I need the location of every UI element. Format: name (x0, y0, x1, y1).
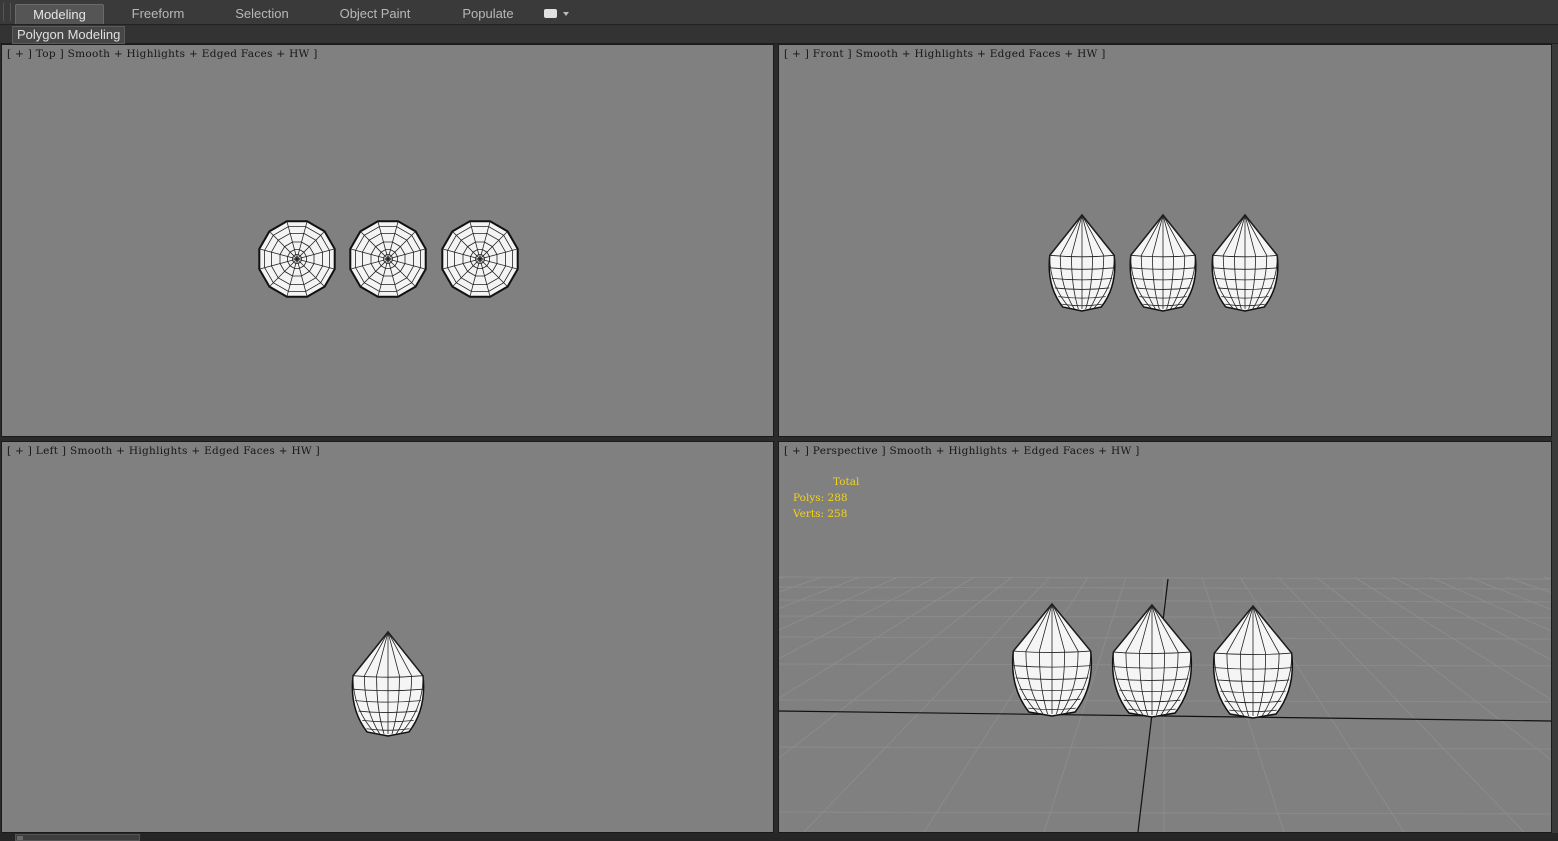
tab-modeling[interactable]: Modeling (15, 4, 104, 24)
polygon-modeling-panel-button[interactable]: Polygon Modeling (12, 26, 126, 44)
teardrop-perspective-view[interactable] (1212, 604, 1294, 719)
toolbar-grip[interactable] (3, 3, 11, 21)
time-slider-handle[interactable] (17, 836, 23, 840)
command-panel-edge (1552, 44, 1558, 841)
dropdown-arrow-icon (563, 12, 569, 16)
front-view-canvas (1048, 213, 1279, 312)
left-view-canvas (351, 630, 425, 737)
stats-title: Total (833, 476, 860, 488)
ribbon-tab-bar: Modeling Freeform Selection Object Paint… (0, 0, 1558, 25)
time-slider[interactable] (15, 834, 140, 841)
tab-freeform[interactable]: Freeform (118, 4, 198, 23)
teardrop-left-view[interactable] (351, 630, 425, 737)
teardrop-front-view[interactable] (1211, 213, 1279, 312)
tab-object-paint[interactable]: Object Paint (330, 4, 420, 23)
stats-verts: Verts: 258 (793, 508, 848, 520)
teardrop-perspective-view[interactable] (1011, 602, 1093, 717)
teardrop-front-view[interactable] (1048, 213, 1116, 312)
teardrop-top-view[interactable] (258, 220, 336, 298)
teardrop-top-view[interactable] (349, 220, 427, 298)
viewport-perspective[interactable]: [ + ] Perspective ] Smooth + Highlights … (778, 441, 1552, 833)
scene-statistics: Total Polys: 288 Verts: 258 (793, 474, 859, 522)
viewport-front[interactable]: [ + ] Front ] Smooth + Highlights + Edge… (778, 44, 1552, 437)
teardrop-top-view[interactable] (441, 220, 519, 298)
ribbon-options-button[interactable] (543, 8, 571, 20)
teardrop-front-view[interactable] (1129, 213, 1197, 312)
ribbon-panel-bar: Polygon Modeling (0, 25, 1558, 44)
tab-populate[interactable]: Populate (448, 4, 528, 23)
top-view-canvas (258, 220, 519, 298)
tab-selection[interactable]: Selection (222, 4, 302, 23)
perspective-view-canvas (779, 576, 1551, 832)
teardrop-perspective-view[interactable] (1111, 603, 1193, 718)
ribbon-options-icon (544, 9, 557, 18)
timeline-bar (0, 833, 1558, 841)
stats-polys: Polys: 288 (793, 492, 848, 504)
viewport-left[interactable]: [ + ] Left ] Smooth + Highlights + Edged… (1, 441, 774, 833)
viewport-top[interactable]: [ + ] Top ] Smooth + Highlights + Edged … (1, 44, 774, 437)
